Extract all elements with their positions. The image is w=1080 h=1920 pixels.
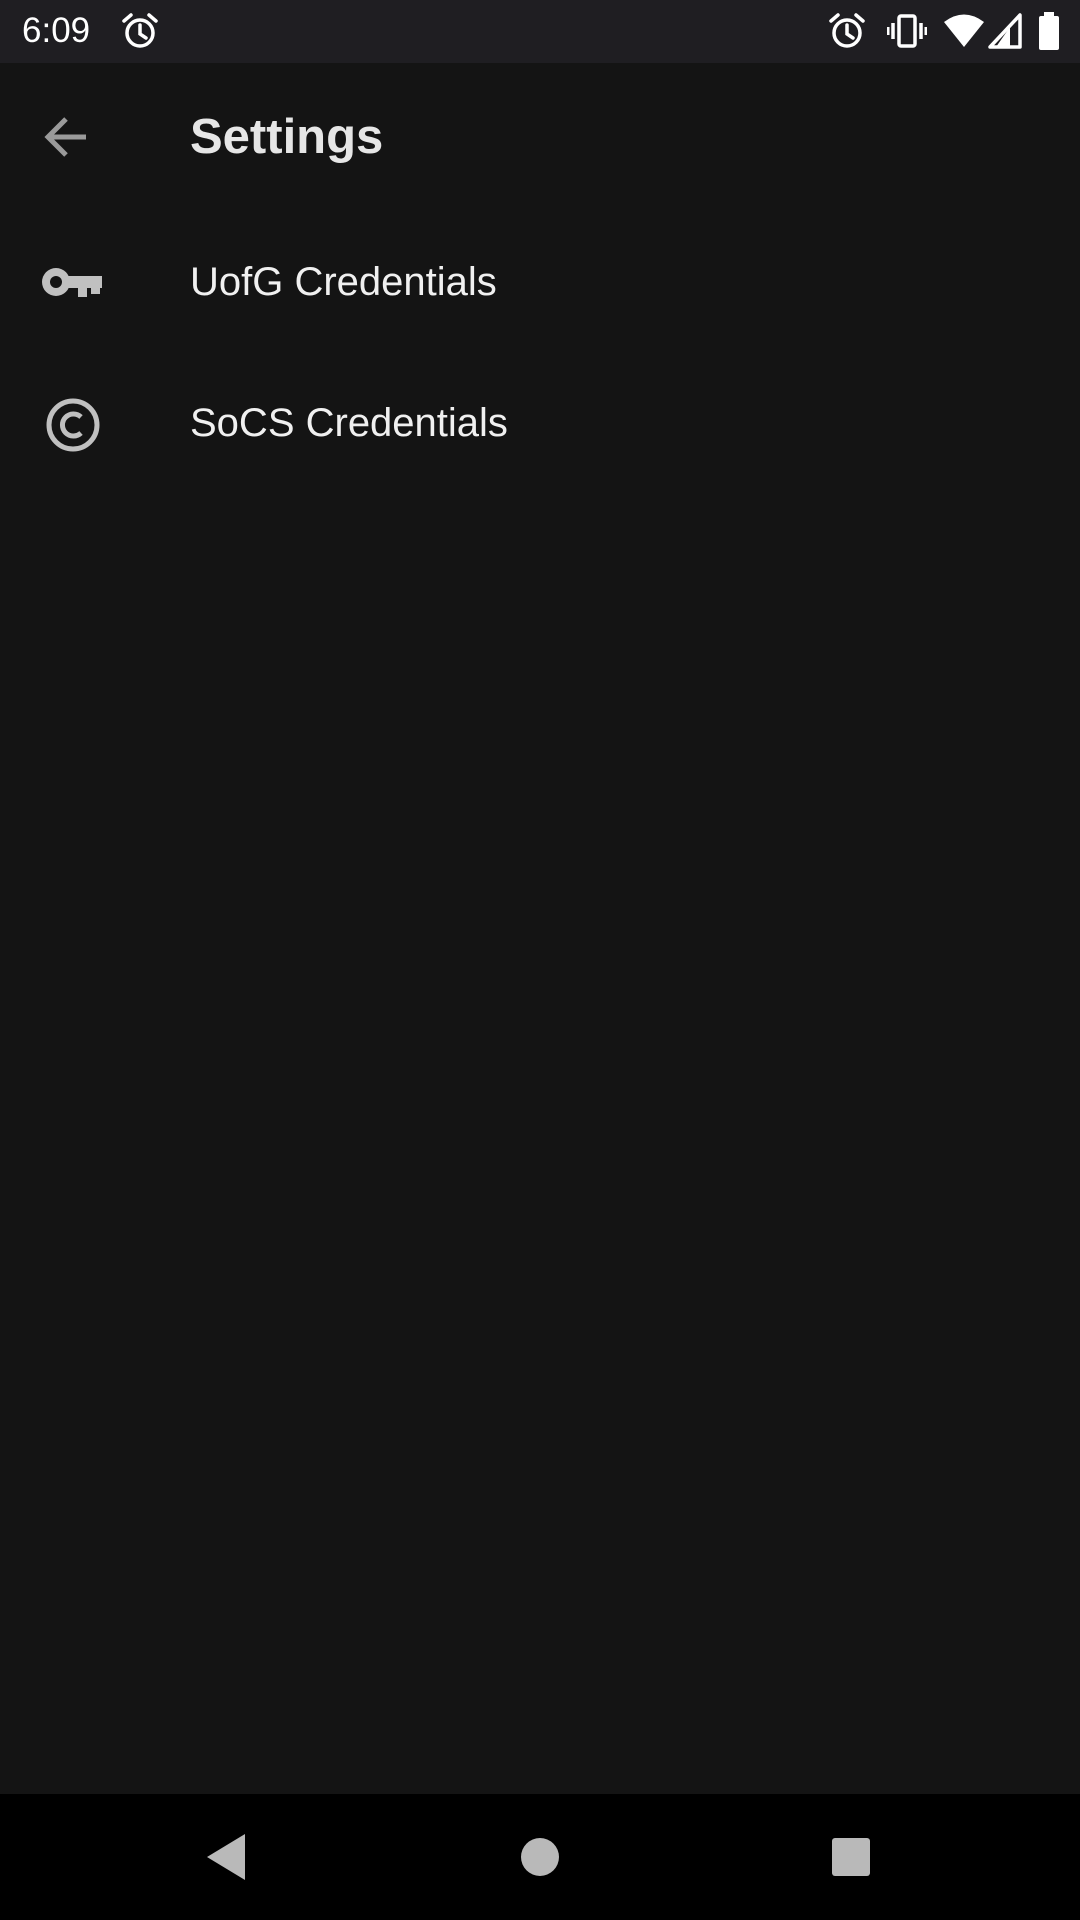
settings-list: UofG Credentials SoCS Credentials	[0, 211, 1080, 493]
nav-recents-button[interactable]	[818, 1824, 884, 1890]
home-circle-icon	[521, 1838, 559, 1876]
copyright-icon	[42, 394, 104, 456]
settings-item-socs-credentials[interactable]: SoCS Credentials	[0, 352, 1080, 493]
back-triangle-icon	[207, 1834, 245, 1880]
nav-home-button[interactable]	[507, 1824, 573, 1890]
alarm-icon	[829, 13, 865, 48]
vibrate-icon	[887, 14, 927, 48]
arrow-back-icon	[44, 117, 86, 157]
recents-square-icon	[832, 1838, 870, 1876]
battery-icon	[1039, 12, 1059, 50]
settings-item-uofg-credentials[interactable]: UofG Credentials	[0, 211, 1080, 352]
key-icon	[42, 253, 104, 315]
wifi-icon	[944, 14, 984, 47]
navigation-bar	[0, 1794, 1080, 1920]
alarm-icon	[122, 13, 158, 48]
settings-item-label: UofG Credentials	[190, 260, 497, 304]
status-time: 6:09	[22, 11, 91, 50]
cell-signal-icon	[988, 13, 1022, 49]
page-title: Settings	[190, 110, 384, 164]
back-button[interactable]	[34, 105, 98, 169]
app-bar: Settings	[0, 63, 1080, 211]
settings-item-label: SoCS Credentials	[190, 401, 508, 445]
status-bar: 6:09	[0, 0, 1080, 63]
nav-back-button[interactable]	[193, 1824, 259, 1890]
